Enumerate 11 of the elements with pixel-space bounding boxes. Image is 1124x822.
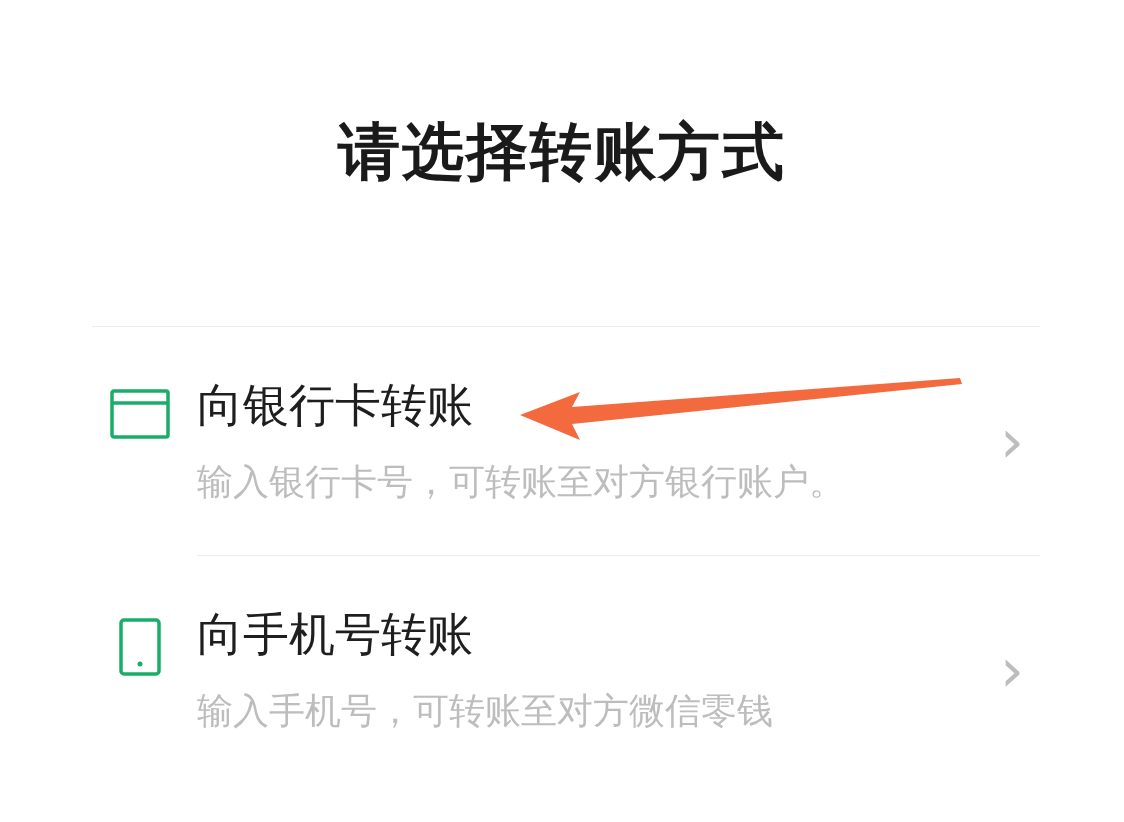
page-title: 请选择转账方式 (336, 114, 787, 190)
chevron-icon: › (1000, 640, 1040, 700)
chevron-icon: › (1000, 411, 1040, 471)
option-description: 输入手机号，可转账至对方微信零钱 (197, 689, 774, 733)
phone-icon (118, 618, 161, 676)
transfer-option[interactable]: 向银行卡转账 输入银行卡号，可转账至对方银行账户。 › (92, 327, 1040, 555)
transfer-option[interactable]: 向手机号转账 输入手机号，可转账至对方微信零钱 › (92, 556, 1040, 784)
option-description: 输入银行卡号，可转账至对方银行账户。 (197, 460, 846, 504)
option-title: 向银行卡转账 (197, 377, 474, 433)
option-title: 向手机号转账 (197, 606, 474, 662)
card-icon (109, 389, 170, 439)
